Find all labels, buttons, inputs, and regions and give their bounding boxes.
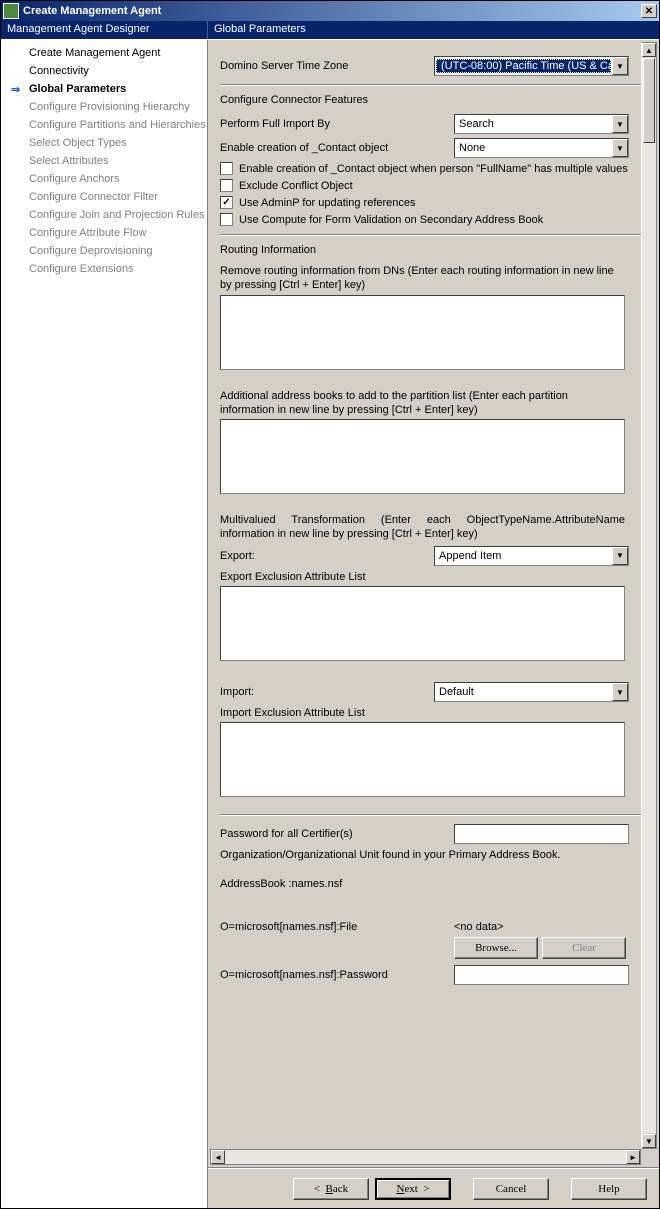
- checkbox-icon: [220, 162, 233, 175]
- close-button[interactable]: ✕: [641, 4, 657, 18]
- full-import-label: Perform Full Import By: [220, 118, 450, 130]
- cert-password-input[interactable]: [454, 824, 629, 844]
- sidebar-step-10[interactable]: Configure Attribute Flow: [1, 224, 207, 242]
- sidebar-step-8[interactable]: Configure Connector Filter: [1, 188, 207, 206]
- timezone-value: (UTC-08:00) Pacific Time (US & Can: [436, 59, 611, 73]
- import-dropdown[interactable]: Default ▼: [434, 682, 629, 702]
- connector-features-title: Configure Connector Features: [220, 94, 649, 106]
- full-import-value: Search: [455, 118, 612, 130]
- sidebar-step-7[interactable]: Configure Anchors: [1, 170, 207, 188]
- form-pane: Domino Server Time Zone (UTC-08:00) Paci…: [208, 40, 659, 1167]
- checkbox-icon: ✓: [220, 196, 233, 209]
- chevron-down-icon[interactable]: ▼: [612, 139, 628, 157]
- use-adminp-checkbox[interactable]: ✓ Use AdminP for updating references: [220, 196, 649, 209]
- sidebar-step-0[interactable]: Create Management Agent: [1, 44, 207, 62]
- sidebar-step-9[interactable]: Configure Join and Projection Rules: [1, 206, 207, 224]
- content-header: Global Parameters: [208, 21, 659, 39]
- enable-contact-value: None: [455, 142, 612, 154]
- routing-desc: Remove routing information from DNs (Ent…: [220, 264, 625, 293]
- enable-multi-label: Enable creation of _Contact object when …: [239, 163, 628, 175]
- sidebar-step-1[interactable]: Connectivity: [1, 62, 207, 80]
- use-compute-checkbox[interactable]: Use Compute for Form Validation on Secon…: [220, 213, 649, 226]
- browse-button[interactable]: Browse...: [454, 937, 538, 959]
- password-input[interactable]: [454, 965, 629, 985]
- clear-button: Clear: [542, 937, 626, 959]
- export-value: Append Item: [435, 550, 612, 562]
- titlebar: Create Management Agent ✕: [1, 1, 659, 21]
- horizontal-scrollbar[interactable]: ◄ ►: [210, 1149, 641, 1165]
- addbooks-textarea[interactable]: [220, 419, 625, 494]
- file-value: <no data>: [454, 921, 629, 933]
- org-note: Organization/Organizational Unit found i…: [220, 848, 649, 862]
- import-excl-label: Import Exclusion Attribute List: [220, 706, 649, 720]
- cert-password-label: Password for all Certifier(s): [220, 828, 450, 840]
- sidebar-step-5[interactable]: Select Object Types: [1, 134, 207, 152]
- back-button[interactable]: < Back: [293, 1178, 369, 1200]
- window-title: Create Management Agent: [23, 5, 641, 17]
- full-import-dropdown[interactable]: Search ▼: [454, 114, 629, 134]
- scroll-left-icon[interactable]: ◄: [211, 1150, 225, 1164]
- export-excl-label: Export Exclusion Attribute List: [220, 570, 649, 584]
- column-headers: Management Agent Designer Global Paramet…: [1, 21, 659, 39]
- password-label: O=microsoft[names.nsf]:Password: [220, 969, 450, 981]
- import-value: Default: [435, 686, 612, 698]
- sidebar-step-4[interactable]: Configure Partitions and Hierarchies: [1, 116, 207, 134]
- sidebar-step-12[interactable]: Configure Extensions: [1, 260, 207, 278]
- enable-contact-dropdown[interactable]: None ▼: [454, 138, 629, 158]
- chevron-down-icon[interactable]: ▼: [612, 683, 628, 701]
- chevron-down-icon[interactable]: ▼: [612, 547, 628, 565]
- help-button[interactable]: Help: [571, 1178, 647, 1200]
- exclude-conflict-label: Exclude Conflict Object: [239, 180, 353, 192]
- scroll-up-icon[interactable]: ▲: [642, 43, 656, 57]
- enable-multi-checkbox[interactable]: Enable creation of _Contact object when …: [220, 162, 649, 175]
- form-scroll-area: Domino Server Time Zone (UTC-08:00) Paci…: [208, 40, 659, 1168]
- content-pane: Domino Server Time Zone (UTC-08:00) Paci…: [208, 40, 659, 1208]
- sidebar-step-6[interactable]: Select Attributes: [1, 152, 207, 170]
- sidebar-header: Management Agent Designer: [1, 21, 208, 39]
- timezone-label: Domino Server Time Zone: [220, 60, 430, 72]
- checkbox-icon: [220, 213, 233, 226]
- export-dropdown[interactable]: Append Item ▼: [434, 546, 629, 566]
- multivalued-desc: Multivalued Transformation (Enter each O…: [220, 513, 625, 542]
- scroll-down-icon[interactable]: ▼: [642, 1134, 656, 1148]
- next-button[interactable]: Next >: [375, 1178, 451, 1200]
- timezone-dropdown[interactable]: (UTC-08:00) Pacific Time (US & Can ▼: [434, 56, 629, 76]
- sidebar-step-11[interactable]: Configure Deprovisioning: [1, 242, 207, 260]
- checkbox-icon: [220, 179, 233, 192]
- import-label: Import:: [220, 686, 430, 698]
- enable-contact-label: Enable creation of _Contact object: [220, 142, 450, 154]
- app-icon: [3, 3, 19, 19]
- routing-textarea[interactable]: [220, 295, 625, 370]
- export-excl-textarea[interactable]: [220, 586, 625, 661]
- dialog-window: Create Management Agent ✕ Management Age…: [0, 0, 660, 1209]
- sidebar-step-3[interactable]: Configure Provisioning Hierarchy: [1, 98, 207, 116]
- vertical-scrollbar[interactable]: ▲ ▼: [641, 42, 657, 1149]
- export-label: Export:: [220, 550, 430, 562]
- step-sidebar: Create Management AgentConnectivityGloba…: [1, 40, 208, 1208]
- sidebar-step-2[interactable]: Global Parameters: [1, 80, 207, 98]
- button-row: < Back Next > Cancel Help: [208, 1168, 659, 1208]
- scroll-right-icon[interactable]: ►: [626, 1150, 640, 1164]
- file-label: O=microsoft[names.nsf]:File: [220, 921, 450, 933]
- scrollbar-thumb[interactable]: [643, 58, 655, 143]
- use-adminp-label: Use AdminP for updating references: [239, 197, 416, 209]
- cancel-button[interactable]: Cancel: [473, 1178, 549, 1200]
- chevron-down-icon[interactable]: ▼: [612, 57, 628, 75]
- addbooks-desc: Additional address books to add to the p…: [220, 389, 625, 418]
- routing-info-title: Routing Information: [220, 244, 649, 256]
- addressbook-label: AddressBook :names.nsf: [220, 877, 649, 891]
- import-excl-textarea[interactable]: [220, 722, 625, 797]
- exclude-conflict-checkbox[interactable]: Exclude Conflict Object: [220, 179, 649, 192]
- use-compute-label: Use Compute for Form Validation on Secon…: [239, 214, 543, 226]
- chevron-down-icon[interactable]: ▼: [612, 115, 628, 133]
